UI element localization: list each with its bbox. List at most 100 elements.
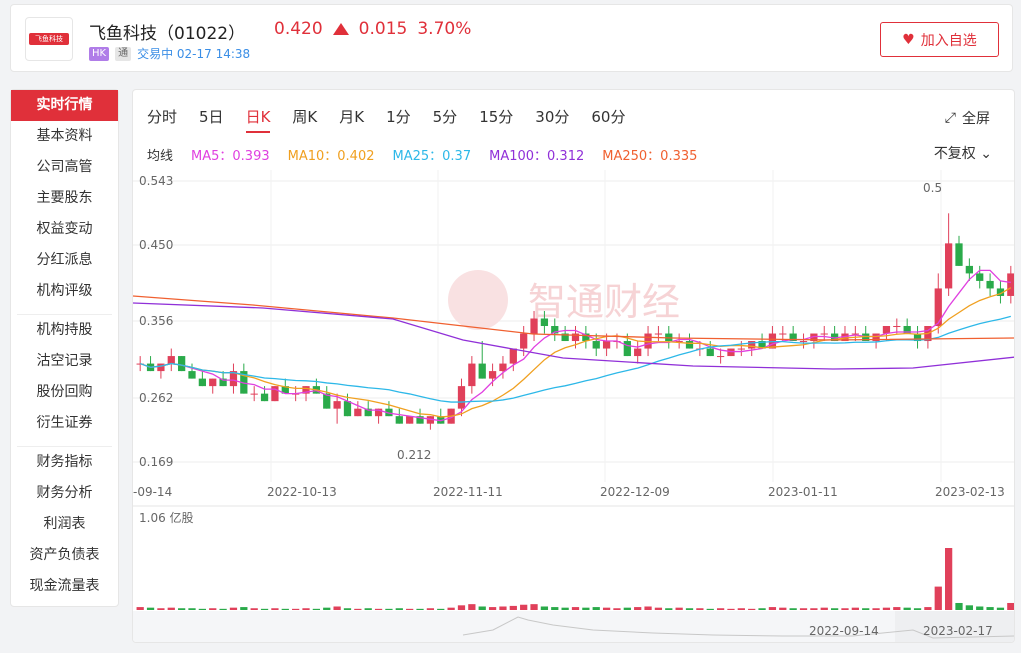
sidebar-item[interactable]: 衍生证券 [11,408,118,439]
period-tab[interactable]: 1分 [386,106,411,133]
volume-bar [965,605,973,610]
volume-bar [302,608,310,610]
badges: HK 通 交易中 02-17 14:38 [89,45,250,62]
candle-body [592,341,600,349]
sidebar-item[interactable]: 权益变动 [11,214,118,245]
period-tab[interactable]: 30分 [535,106,569,133]
sidebar-item[interactable]: 利润表 [11,509,118,540]
sidebar-item[interactable]: 实时行情 [11,90,118,121]
volume-bar [644,606,652,610]
sidebar-item[interactable]: 股份回购 [11,377,118,408]
candle-body [945,243,953,289]
y-tick-label: 0.169 [139,455,173,469]
period-tab[interactable]: 月K [339,106,364,133]
sidebar-item[interactable]: 基本资料 [11,121,118,152]
candle-body [457,386,466,409]
volume-bar [354,608,362,610]
ma-legend: 均线 MA5：0.393 MA10：0.402 MA25：0.37 MA100：0.3… [147,145,697,164]
volume-bar [976,606,984,610]
price-change-pct: 3.70% [417,19,472,39]
up-arrow-icon [332,23,349,35]
volume-bar [882,607,891,610]
candle-body [209,378,217,387]
high-annotation: 0.5 [923,181,942,195]
sidebar-item[interactable]: 机构评级 [11,276,118,307]
sidebar-item[interactable]: 现金流量表 [11,571,118,602]
volume-bar [820,607,828,610]
sidebar-item[interactable]: 机构持股 [11,315,118,346]
adjust-select[interactable]: 不复权 ⌄ [934,143,992,163]
volume-bar [385,608,393,610]
heart-icon: ♥ [902,31,915,48]
volume-bar [551,607,559,610]
volume-bar [634,607,642,610]
volume-bar [167,607,175,610]
volume-bar [582,607,590,610]
period-tab[interactable]: 分时 [147,106,177,133]
sidebar-item[interactable]: 财务分析 [11,478,118,509]
volume-bar [841,608,849,610]
volume-bar [250,608,258,610]
candle-body [685,341,694,349]
volume-bar [333,606,341,610]
volume-bar [830,608,839,610]
x-tick-label: 2022-12-09 [600,485,670,499]
sidebar-item[interactable]: 分红派息 [11,245,118,276]
y-tick-label: 0.262 [139,391,173,405]
volume-bar [364,608,372,610]
candle-body [520,333,528,349]
ma-legend-item: MA5：0.393 [191,149,270,164]
sidebar-item[interactable]: 主要股东 [11,183,118,214]
y-tick-label: 0.356 [139,314,173,328]
period-tab[interactable]: 60分 [591,106,625,133]
volume-bar [178,608,186,610]
sidebar-item[interactable]: 沽空记录 [11,346,118,377]
period-tab[interactable]: 周K [292,106,317,133]
sidebar-item[interactable]: 公司高管 [11,152,118,183]
volume-bar [198,608,206,610]
period-tab[interactable]: 日K [245,106,271,133]
volume-bar [654,607,663,610]
candle-body [540,318,549,327]
candle-body [706,348,714,357]
volume-bar [323,607,331,610]
volume-bar [872,608,880,610]
volume-bar [716,608,725,610]
volume-bar [986,607,994,610]
volume-bar [540,606,549,610]
sidebar-item[interactable]: 资产负债表 [11,540,118,571]
volume-bar [851,607,859,610]
navigator-track [133,611,1014,642]
sidebar-divider [17,439,112,447]
volume-bar [810,608,818,610]
period-tabs: 分时 5日 日K 周K 月K 1分 5分 15分 30分 60分 [147,106,647,133]
candle-body [354,408,362,417]
volume-bar [758,608,766,610]
low-annotation: 0.212 [397,448,431,462]
x-tick-label: 2023-02-13 [935,485,1005,499]
chevron-down-icon: ⌄ [980,146,992,162]
sidebar-item[interactable]: 财务指标 [11,447,118,478]
price-block: 0.420 0.015 3.70% [274,19,471,39]
volume-bar [789,608,797,610]
candle-body [976,273,984,281]
trading-status: 交易中 02-17 14:38 [137,47,251,61]
ma-label: 均线 [147,149,174,164]
price-change: 0.015 [358,19,408,39]
volume-bar [955,602,963,610]
candle-body [188,371,196,379]
period-tab[interactable]: 15分 [479,106,513,133]
kline-chart[interactable]: 智通财经 0.543 0.450 0.356 0.262 0.169 0.5 0.212 -09… [133,90,1015,643]
volume-bar [343,608,352,610]
candle-body [602,341,611,349]
sidebar: 实时行情 基本资料 公司高管 主要股东 权益变动 分红派息 机构评级机构持股 沽空记录 股份回购… [10,89,119,607]
adjust-label: 不复权 [933,146,976,162]
period-tab[interactable]: 5日 [199,106,224,133]
period-tab[interactable]: 5分 [433,106,458,133]
volume-bar [571,607,580,610]
x-tick-label: -09-14 [133,485,172,499]
candle-body [509,348,517,364]
volume-bar [457,605,466,610]
add-watchlist-button[interactable]: ♥ 加入自选 [880,22,999,57]
fullscreen-button[interactable]: ⤢ 全屏 [945,108,990,128]
